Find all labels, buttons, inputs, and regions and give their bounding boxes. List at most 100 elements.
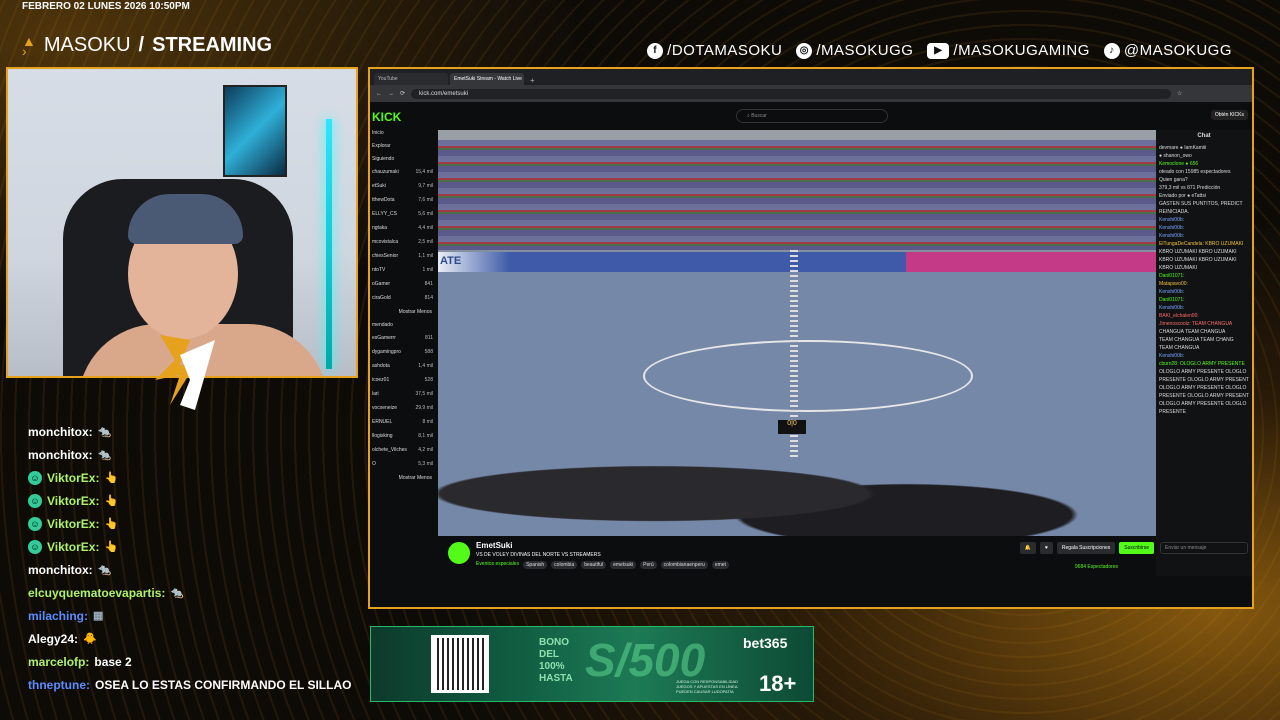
chat-emote-icon: 👆 xyxy=(104,518,119,530)
chat-username[interactable]: monchitox: xyxy=(28,563,93,577)
sidebar-channel[interactable]: ciraGold 814 xyxy=(370,295,436,309)
sidebar-nav-item[interactable]: Siguiendo xyxy=(370,156,436,169)
chat-username[interactable]: elcuyquematoevapartis: xyxy=(28,586,165,600)
kick-chat-line: Kenshi00b: xyxy=(1159,305,1185,311)
channel-name: vocxeneize xyxy=(372,405,398,411)
channel-name: ngtaka xyxy=(372,225,388,231)
gift-subs-button[interactable]: Regala Suscripciones xyxy=(1056,542,1116,554)
sidebar-channel[interactable]: vocxeneize 29,9 mil xyxy=(370,405,436,419)
chat-text: OSEA LO ESTAS CONFIRMANDO EL SILLAO xyxy=(95,677,352,692)
ad-fine-print: JUEGA CON RESPONSABILIDAD JUEGOS Y APUES… xyxy=(676,679,739,694)
sidebar-nav-item[interactable]: Inicio xyxy=(370,130,436,143)
sidebar-channel[interactable]: etSuki 9,7 mil xyxy=(370,183,436,197)
sidebar-channel[interactable]: dygamingpro 588 xyxy=(370,349,436,363)
reload-icon[interactable]: ⟳ xyxy=(400,90,405,97)
sidebar-channel[interactable]: ngtaka 4,4 mil xyxy=(370,225,436,239)
sidebar-channel[interactable]: chauzumaki 15,4 mil xyxy=(370,169,436,183)
kick-logo[interactable]: KICK xyxy=(370,110,430,124)
stream-tag[interactable]: colombia xyxy=(551,561,578,569)
kick-search-input[interactable]: ⌕ Buscar xyxy=(736,109,888,123)
sidebar-channel[interactable]: ntoTV 1 mil xyxy=(370,267,436,281)
subscribe-button[interactable]: Suscribirse xyxy=(1119,542,1154,554)
streamer-avatar[interactable] xyxy=(448,542,470,564)
chat-message: ☺ ViktorEx: 👆 xyxy=(28,535,368,558)
channel-name: ntoTV xyxy=(372,267,386,273)
forward-icon[interactable]: → xyxy=(388,91,394,97)
sidebar-channel[interactable]: O 5,3 mil xyxy=(370,461,436,475)
stream-tag[interactable]: colombianaenperu xyxy=(660,561,708,569)
social-tiktok: ♪ @MASOKUGG xyxy=(1103,42,1232,59)
chat-emote-icon: 🐀 xyxy=(97,449,112,461)
sidebar-channel[interactable]: icoez01 528 xyxy=(370,377,436,391)
sidebar-nav-item[interactable]: Explorar xyxy=(370,143,436,156)
heart-icon[interactable]: ♥ xyxy=(1039,542,1053,554)
chat-username[interactable]: Alegy24: xyxy=(28,632,78,646)
chat-username[interactable]: ViktorEx: xyxy=(47,517,99,531)
chat-username[interactable]: ViktorEx: xyxy=(47,471,99,485)
channel-viewers: 7,6 mil xyxy=(418,197,433,203)
stream-tag[interactable]: Spanish xyxy=(523,561,548,569)
back-icon[interactable]: ← xyxy=(376,91,382,97)
chat-username[interactable]: ViktorEx: xyxy=(47,494,99,508)
chat-username[interactable]: marcelofp: xyxy=(28,655,89,669)
sidebar-channel[interactable]: ELLYY_CS 5,6 mil xyxy=(370,211,436,225)
sidebar-channel[interactable]: esGamerrr 811 xyxy=(370,335,436,349)
viewer-label: Espectadores xyxy=(1087,564,1118,570)
channel-name: O xyxy=(372,461,376,467)
channel-name: ciraGold xyxy=(372,295,391,301)
stream-category[interactable]: Eventos especiales xyxy=(476,561,519,569)
masoku-logo-icon xyxy=(155,335,215,410)
sidebar-channel[interactable]: mcovistalca 2,5 mil xyxy=(370,239,436,253)
overlay-brand: ▲ › MASOKU / STREAMING xyxy=(22,34,272,58)
sidebar-channel[interactable]: ashdota 1,4 mil xyxy=(370,363,436,377)
chat-username[interactable]: thneptune: xyxy=(28,678,90,692)
qr-code xyxy=(431,635,489,693)
chat-emote-icon: 🐀 xyxy=(97,426,112,438)
sidebar-channel[interactable]: ERNUEL 8 mil xyxy=(370,419,436,433)
new-tab-icon[interactable]: + xyxy=(526,76,535,85)
url-field[interactable]: kick.com/emetsuki xyxy=(411,88,1172,99)
tab-youtube[interactable]: YouTube xyxy=(374,73,448,85)
show-less-link[interactable]: Mostrar Menos xyxy=(370,475,436,488)
kick-chat-line: REINICIADA. xyxy=(1159,209,1190,215)
bleachers xyxy=(438,140,1158,250)
stream-tag[interactable]: emet xyxy=(711,561,729,569)
kick-chat-line: ● shanon_owo xyxy=(1159,153,1192,159)
led-strip xyxy=(326,119,332,369)
kick-chat-line: oteado con 15985 espectadores xyxy=(1159,169,1231,175)
channel-name: chiesSenior xyxy=(372,253,399,259)
chat-username[interactable]: monchitox: xyxy=(28,448,93,462)
sidebar-channel[interactable]: llogisking 8,1 mil xyxy=(370,433,436,447)
sidebar-channel[interactable]: lari 37,5 mil xyxy=(370,391,436,405)
video-player[interactable]: ATE 0|0 xyxy=(438,130,1158,536)
sidebar-channel[interactable]: tthewDota 7,6 mil xyxy=(370,197,436,211)
streamer-name[interactable]: EmetSuki xyxy=(476,541,512,550)
stream-tag[interactable]: Perú xyxy=(640,561,657,569)
chat-message-input[interactable]: Enviar un mensaje xyxy=(1160,542,1248,554)
show-less-link[interactable]: Mostrar Menos xyxy=(370,309,436,322)
chat-username[interactable]: monchitox: xyxy=(28,425,93,439)
recommended-heading: mendado xyxy=(372,322,393,328)
kick-chat-line: BAKI_elchalen00: xyxy=(1159,313,1199,319)
ad-brand: bet365 xyxy=(743,635,788,651)
tab-kick[interactable]: EmetSuki Stream - Watch Live xyxy=(450,73,524,85)
sidebar-channel[interactable]: oGamer 841 xyxy=(370,281,436,295)
obten-kicks-button[interactable]: Obtén KICKs xyxy=(1210,110,1248,120)
chat-username[interactable]: ViktorEx: xyxy=(47,540,99,554)
kick-page: KICK ⌕ Buscar Obtén KICKs Inicio Explorar… xyxy=(370,104,1252,576)
stream-tag[interactable]: beautiful xyxy=(581,561,607,569)
social-facebook: f /DOTAMASOKU xyxy=(647,42,782,59)
chat-panel-title: Chat xyxy=(1197,133,1211,139)
bell-icon[interactable]: 🔔 xyxy=(1019,542,1036,554)
youtube-icon: ▶ xyxy=(927,42,950,59)
sidebar-channel[interactable]: chiesSenior 1,1 mil xyxy=(370,253,436,267)
chat-username[interactable]: milaching: xyxy=(28,609,88,623)
bookmark-star-icon[interactable]: ☆ xyxy=(1177,90,1182,97)
kick-chat-line: CHANGUA TEAM CHANGUA xyxy=(1159,329,1226,335)
stream-tag[interactable]: emetsuki xyxy=(610,561,637,569)
social-facebook-label: /DOTAMASOKU xyxy=(667,42,783,59)
sidebar-channel[interactable]: olchete_Vilches 4,2 mil xyxy=(370,447,436,461)
channel-viewers: 841 xyxy=(424,281,433,287)
chat-panel-messages: devmare ● IamKamiii ● shanon_owo Kemoclone… xyxy=(1159,145,1249,417)
browser-window: YouTube EmetSuki Stream - Watch Live + ←… xyxy=(368,67,1254,609)
